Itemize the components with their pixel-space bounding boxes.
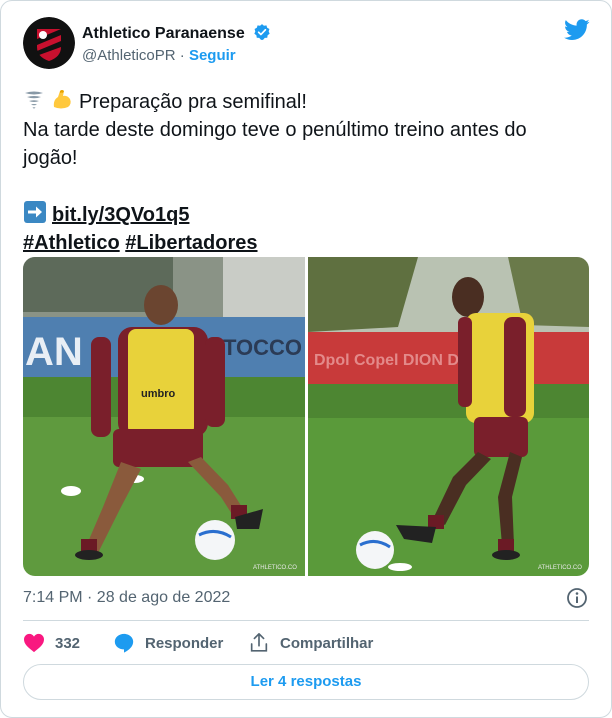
- flexed-biceps-emoji-icon: [53, 90, 71, 109]
- verified-badge-icon: [254, 24, 270, 40]
- twitter-bird-icon[interactable]: [564, 19, 590, 41]
- handle-row: @AthleticoPR · Seguir: [82, 47, 236, 64]
- tweet-timestamp[interactable]: 7:14 PM · 28 de ago de 2022: [23, 589, 230, 607]
- hashtag-athletico[interactable]: #Athletico: [23, 232, 120, 254]
- tweet-line-2: Na tarde deste domingo teve o penúltimo …: [23, 119, 527, 141]
- tweet-actions: 332 Responder Compartilhar: [23, 629, 589, 657]
- tweet-text: Preparação pra semifinal! Na tarde deste…: [23, 87, 593, 257]
- share-action[interactable]: Compartilhar: [248, 629, 373, 657]
- tweet-hashtags: #Athletico #Libertadores: [23, 229, 593, 257]
- tweet-line-1-text: Preparação pra semifinal!: [79, 91, 307, 113]
- tweet-line-1: Preparação pra semifinal!: [23, 87, 593, 116]
- club-crest-icon: [23, 17, 75, 69]
- like-action[interactable]: 332: [23, 629, 80, 657]
- photo-left-image: AN TOCCO umbro ATHLETICO.CO: [23, 257, 305, 576]
- read-replies-button[interactable]: Ler 4 respostas: [23, 664, 589, 700]
- divider: [23, 620, 589, 621]
- account-handle[interactable]: @AthleticoPR: [82, 47, 176, 64]
- banner-text-right: Dpol Copel DION DUR: [314, 352, 482, 369]
- tornado-emoji-icon: [25, 91, 43, 109]
- info-icon[interactable]: [566, 587, 588, 609]
- banner-text-left-2: TOCCO: [223, 335, 302, 360]
- share-icon: [250, 633, 268, 652]
- reply-label: Responder: [145, 634, 224, 652]
- share-label: Compartilhar: [280, 634, 374, 652]
- photo-left[interactable]: AN TOCCO umbro ATHLETICO.CO: [23, 257, 305, 576]
- follow-button[interactable]: Seguir: [189, 47, 236, 64]
- account-avatar[interactable]: [23, 17, 75, 69]
- like-count: 332: [55, 634, 81, 652]
- vest-text: umbro: [141, 388, 176, 400]
- tweet-link-line: bit.ly/3QVo1q5: [23, 200, 593, 229]
- separator-dot: ·: [179, 47, 185, 64]
- account-name-text[interactable]: Athletico Paranaense: [82, 25, 245, 42]
- account-name[interactable]: Athletico Paranaense: [82, 23, 271, 43]
- hashtag-libertadores[interactable]: #Libertadores: [125, 232, 257, 254]
- tweet-card: Athletico Paranaense @AthleticoPR · Segu…: [0, 0, 612, 718]
- tweet-link[interactable]: bit.ly/3QVo1q5: [52, 204, 189, 226]
- watermark-left: ATHLETICO.CO: [253, 565, 297, 571]
- tweet-line-3: jogão!: [23, 147, 78, 169]
- reply-icon: [114, 633, 134, 653]
- watermark-right: ATHLETICO.CO: [538, 565, 582, 571]
- reply-action[interactable]: Responder: [113, 629, 223, 657]
- right-arrow-emoji-icon: [24, 201, 46, 223]
- photo-right-image: Dpol Copel DION DUR ATHLETICO.CO: [308, 257, 589, 576]
- tweet-media: AN TOCCO umbro ATHLETICO.CO Dpol Copel D…: [23, 257, 589, 576]
- photo-right[interactable]: Dpol Copel DION DUR ATHLETICO.CO: [308, 257, 589, 576]
- heart-icon: [24, 633, 44, 653]
- banner-text-left: AN: [25, 330, 83, 374]
